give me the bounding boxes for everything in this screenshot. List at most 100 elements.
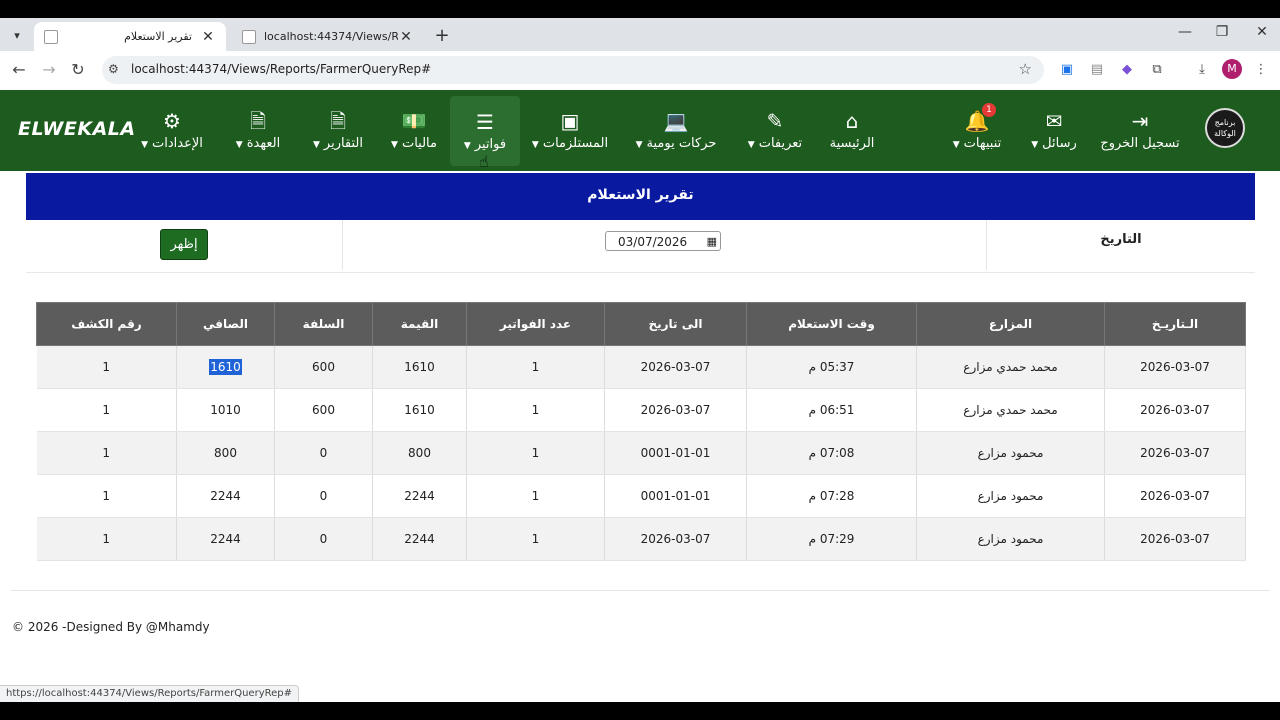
cell-statement-no: 1 (36, 345, 177, 389)
column-header[interactable]: المزارع (916, 302, 1105, 346)
table-row[interactable]: 2026-03-07 محمد حمدي مزارع 06:51 م 2026-… (36, 388, 1246, 432)
browser-toolbar: ← → ↻ ⚙ localhost:44374/Views/Reports/Fa… (0, 51, 1280, 91)
extension-icon[interactable]: ◆ (1117, 60, 1137, 80)
laptop-icon: 💻 (663, 109, 689, 133)
nav-label: ماليات (401, 136, 437, 151)
date-input[interactable]: 03/07/2026 ▦ (605, 231, 721, 251)
cell-query-time: 07:08 م (746, 431, 917, 475)
extension-icon[interactable]: ▤ (1087, 60, 1107, 80)
cell-date: 2026-03-07 (1104, 345, 1246, 389)
column-header[interactable]: الـتاريـخ (1104, 302, 1246, 346)
tab-title: localhost:44374/Views/Reports/ (264, 30, 398, 43)
puzzle-icon[interactable]: ⧉ (1147, 60, 1167, 80)
close-window-icon[interactable]: ✕ (1247, 24, 1277, 40)
cell-advance: 0 (274, 431, 373, 475)
home-icon: ⌂ (845, 109, 859, 133)
column-header[interactable]: السلفة (274, 302, 373, 346)
nav-home[interactable]: ⌂ الرئيسية (824, 90, 880, 171)
selected-text: 1610 (209, 359, 242, 375)
nav-notifications[interactable]: 🔔 ▼ تنبيهات (944, 90, 1010, 171)
app-logo[interactable]: ELWEKALA (18, 118, 136, 140)
cell-net: 2244 (176, 517, 275, 561)
bookmark-star-icon[interactable]: ☆ (1019, 60, 1032, 78)
column-header[interactable]: الى تاريخ (604, 302, 747, 346)
url-text[interactable]: localhost:44374/Views/Reports/FarmerQuer… (131, 62, 431, 76)
table-row[interactable]: 2026-03-07 محمد حمدي مزارع 05:37 م 2026-… (36, 345, 1246, 389)
cell-value: 800 (372, 431, 467, 475)
nav-daily-movements[interactable]: 💻 ▼ حركات يومية (628, 90, 724, 171)
new-tab-icon[interactable]: + (432, 25, 452, 46)
address-bar[interactable]: ⚙ localhost:44374/Views/Reports/FarmerQu… (102, 56, 1044, 84)
cell-to-date: 2026-03-07 (604, 517, 747, 561)
envelope-icon: ✉ (1045, 109, 1063, 133)
cell-date: 2026-03-07 (1104, 517, 1246, 561)
menu-kebab-icon[interactable]: ⋮ (1251, 60, 1271, 80)
notification-badge: 1 (982, 103, 996, 117)
tab-inactive[interactable]: localhost:44374/Views/Reports/ ✕ (232, 22, 424, 51)
cell-net: 1610 (176, 345, 275, 389)
nav-reports[interactable]: 🗎 ▼ التقارير (306, 90, 370, 171)
nav-custody[interactable]: 🗎 ▼ العهدة (226, 90, 290, 171)
show-button[interactable]: إظهر (160, 229, 208, 260)
cell-value: 1610 (372, 345, 467, 389)
nav-settings[interactable]: ⚙ ▼ الإعدادات (136, 90, 208, 171)
nav-messages[interactable]: ✉ ▼ رسائل (1026, 90, 1082, 171)
column-header[interactable]: عدد الفواتير (466, 302, 605, 346)
nav-logout[interactable]: ⇥ تسجيل الخروج (1098, 90, 1182, 171)
column-header[interactable]: وقت الاستعلام (746, 302, 917, 346)
back-icon[interactable]: ← (8, 59, 30, 81)
column-header[interactable]: رقم الكشف (36, 302, 177, 346)
cell-query-time: 06:51 م (746, 388, 917, 432)
divider (11, 590, 1270, 591)
nav-definitions[interactable]: ✎ ▼ تعريفات (740, 90, 810, 171)
cell-date: 2026-03-07 (1104, 474, 1246, 518)
file-icon: 🗎 (329, 109, 347, 133)
table-row[interactable]: 2026-03-07 محمود مزارع 07:29 م 2026-03-0… (36, 517, 1246, 561)
main-content: تقرير الاستعلام التاريخ 03/07/2026 ▦ إظه… (0, 171, 1280, 684)
brand-badge[interactable]: برنامج الوكالة (1205, 108, 1245, 148)
calendar-icon[interactable]: ▦ (707, 232, 717, 252)
column-header[interactable]: الصافي (176, 302, 275, 346)
tab-search-icon[interactable]: ▾ (6, 24, 28, 46)
cell-farmer: محمود مزارع (916, 517, 1105, 561)
box-icon: ▣ (560, 109, 580, 133)
report-table: الـتاريـخ المزارع وقت الاستعلام الى تاري… (36, 302, 1246, 561)
close-tab-icon[interactable]: ✕ (398, 29, 414, 45)
filter-row: التاريخ 03/07/2026 ▦ إظهر (26, 220, 1255, 273)
close-tab-icon[interactable]: ✕ (200, 29, 216, 45)
nav-finances[interactable]: 💵 ▼ ماليات (384, 90, 444, 171)
footer-copyright: © 2026 -Designed By @Mhamdy (12, 620, 210, 634)
cell-farmer: محمود مزارع (916, 474, 1105, 518)
extension-icon[interactable]: ▣ (1057, 60, 1077, 80)
date-label: التاريخ (986, 220, 1255, 270)
cell-advance: 600 (274, 345, 373, 389)
cell-invoice-count: 1 (466, 474, 605, 518)
table-row[interactable]: 2026-03-07 محمود مزارع 07:08 م 0001-01-0… (36, 431, 1246, 475)
tab-active[interactable]: تقرير الاستعلام ✕ (34, 22, 226, 51)
forward-icon[interactable]: → (38, 59, 60, 81)
page-icon (44, 29, 58, 44)
table-row[interactable]: 2026-03-07 محمود مزارع 07:28 م 0001-01-0… (36, 474, 1246, 518)
cell-farmer: محمد حمدي مزارع (916, 345, 1105, 389)
minimize-icon[interactable]: — (1170, 24, 1200, 40)
column-header[interactable]: القيمة (372, 302, 467, 346)
nav-label: التقارير (323, 136, 364, 151)
download-icon[interactable]: ⤓ (1192, 60, 1212, 80)
cell-to-date: 0001-01-01 (604, 474, 747, 518)
cell-value: 2244 (372, 517, 467, 561)
nav-supplies[interactable]: ▣ ▼ المستلزمات (528, 90, 612, 171)
restore-icon[interactable]: ❐ (1207, 24, 1237, 40)
cell-invoice-count: 1 (466, 345, 605, 389)
reload-icon[interactable]: ↻ (67, 59, 89, 81)
cell-query-time: 05:37 م (746, 345, 917, 389)
site-info-icon[interactable]: ⚙ (108, 62, 119, 76)
cell-advance: 0 (274, 474, 373, 518)
cell-value: 1610 (372, 388, 467, 432)
file-icon: 🗎 (249, 109, 267, 133)
cell-date: 2026-03-07 (1104, 431, 1246, 475)
profile-avatar[interactable]: M (1222, 59, 1242, 79)
report-title: تقرير الاستعلام (26, 173, 1255, 220)
cell-farmer: محمد حمدي مزارع (916, 388, 1105, 432)
cell-net: 1010 (176, 388, 275, 432)
cell-invoice-count: 1 (466, 431, 605, 475)
